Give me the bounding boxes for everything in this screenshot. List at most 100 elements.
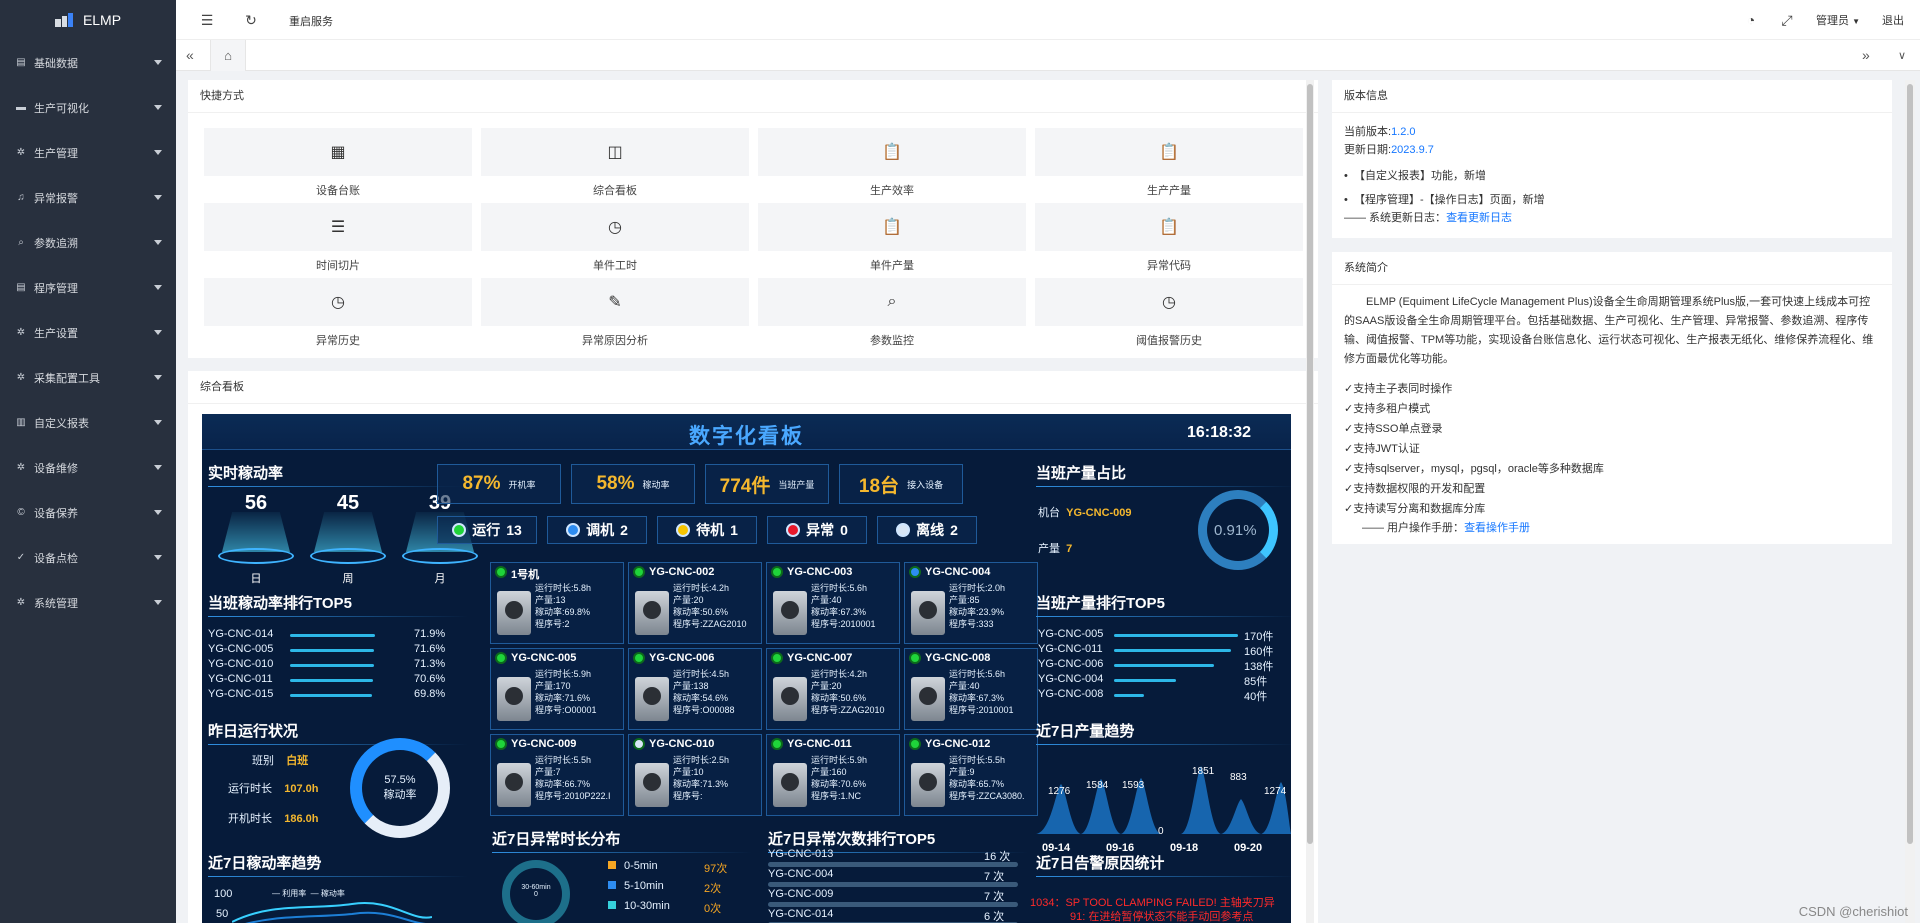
- sec-yesterday: 昨日运行状况: [208, 720, 468, 745]
- fullscreen-icon[interactable]: ⤢: [1780, 13, 1794, 27]
- quick-item[interactable]: ☰ 时间切片: [204, 203, 472, 278]
- version-log-link[interactable]: 查看更新日志: [1446, 212, 1512, 224]
- machine-image: [773, 591, 807, 635]
- abnormal-top5-track: [768, 902, 1018, 907]
- machine-image: [773, 677, 807, 721]
- tabs-scroll-left-icon[interactable]: «: [186, 47, 194, 63]
- sidebar-item[interactable]: ♫ 异常报警: [0, 175, 176, 220]
- machine-card[interactable]: YG-CNC-012 运行时长:5.5h 产量:9 稼动率:65.7% 程序号:ZZCA…: [904, 734, 1038, 816]
- machine-card[interactable]: YG-CNC-008 运行时长:5.6h 产量:40 稼动率:67.3% 程序号:201…: [904, 648, 1038, 730]
- quick-item-tile[interactable]: 📋: [1035, 203, 1303, 251]
- machine-card[interactable]: YG-CNC-006 运行时长:4.5h 产量:138 稼动率:54.6% 程序号:O0…: [628, 648, 762, 730]
- quick-item[interactable]: 📋 生产产量: [1035, 128, 1303, 203]
- quick-item-tile[interactable]: 📋: [758, 203, 1026, 251]
- machine-info-line: 稼动率:70.6%: [811, 779, 867, 789]
- machine-card[interactable]: YG-CNC-003 运行时长:5.6h 产量:40 稼动率:67.3% 程序号:201…: [766, 562, 900, 644]
- status-card: 调机 2: [547, 516, 647, 544]
- bar-row-name: YG-CNC-014: [208, 628, 274, 640]
- tab-home[interactable]: ⌂: [210, 40, 246, 71]
- sidebar-item[interactable]: ✲ 生产管理: [0, 130, 176, 175]
- share-output-row: 产量 7: [1038, 540, 1072, 556]
- sidebar-item-label: 设备维修: [34, 462, 78, 475]
- sidebar-item[interactable]: ✲ 系统管理: [0, 580, 176, 625]
- sidebar-item[interactable]: © 设备保养: [0, 490, 176, 535]
- logout-button[interactable]: 退出: [1882, 12, 1904, 28]
- app-logo[interactable]: ELMP: [0, 0, 176, 40]
- sidebar-item[interactable]: ▬ 生产可视化: [0, 85, 176, 130]
- quick-item-tile[interactable]: 📋: [1035, 128, 1303, 176]
- quick-item-tile[interactable]: ▦: [204, 128, 472, 176]
- quick-item-tile[interactable]: ⌕: [758, 278, 1026, 326]
- quick-item-tile[interactable]: ✎: [481, 278, 749, 326]
- quick-item[interactable]: ◷ 异常历史: [204, 278, 472, 353]
- gear-icon: ✲: [16, 372, 26, 383]
- chevron-down-icon: [154, 555, 162, 560]
- machine-card[interactable]: YG-CNC-005 运行时长:5.9h 产量:170 稼动率:71.6% 程序号:O0…: [490, 648, 624, 730]
- machine-card[interactable]: YG-CNC-010 运行时长:2.5h 产量:10 稼动率:71.3% 程序号:: [628, 734, 762, 816]
- share-percent: 0.91%: [1214, 522, 1257, 539]
- sidebar-item[interactable]: ⌕ 参数追溯: [0, 220, 176, 265]
- quick-item-tile[interactable]: ◷: [481, 203, 749, 251]
- machine-info-line: 程序号:O00001: [535, 705, 597, 715]
- quick-item[interactable]: ⌕ 参数监控: [758, 278, 1026, 353]
- sidebar-item[interactable]: ▤ 基础数据: [0, 40, 176, 85]
- quick-item[interactable]: ✎ 异常原因分析: [481, 278, 749, 353]
- left-scrollbar-thumb[interactable]: [1307, 84, 1313, 844]
- quick-item-tile[interactable]: 📋: [758, 128, 1026, 176]
- share-machine: YG-CNC-009: [1066, 507, 1132, 519]
- machine-card[interactable]: YG-CNC-004 运行时长:2.0h 产量:85 稼动率:23.9% 程序号:333: [904, 562, 1038, 644]
- sidebar-item[interactable]: ✲ 生产设置: [0, 310, 176, 355]
- tabs-dropdown-icon[interactable]: ∨: [1898, 49, 1906, 62]
- quick-item[interactable]: 📋 单件产量: [758, 203, 1026, 278]
- abnormal-top5-row: YG-CNC-013 16 次: [768, 848, 1018, 867]
- bar-row-track: [1114, 679, 1176, 682]
- share-output: 7: [1066, 543, 1073, 555]
- status-value: 2: [950, 522, 958, 538]
- sidebar-item[interactable]: ✓ 设备点检: [0, 535, 176, 580]
- quick-item-tile[interactable]: ◷: [204, 278, 472, 326]
- chevron-down-icon: [154, 420, 162, 425]
- bar-row-name: YG-CNC-006: [1038, 658, 1104, 670]
- feature-text: 支持sqlserver，mysql，pgsql，oracle等多种数据库: [1353, 463, 1604, 475]
- machine-card[interactable]: YG-CNC-007 运行时长:4.2h 产量:20 稼动率:50.6% 程序号:ZZA…: [766, 648, 900, 730]
- machine-info-line: 稼动率:71.3%: [673, 779, 729, 789]
- sidebar-item[interactable]: ▤ 程序管理: [0, 265, 176, 310]
- quick-item-icon: ✎: [608, 294, 622, 311]
- folder-icon: ▤: [16, 282, 26, 293]
- intro-manual-link[interactable]: 查看操作手册: [1464, 522, 1530, 534]
- machine-name: YG-CNC-011: [787, 738, 852, 750]
- check-icon: ✓: [1344, 403, 1354, 415]
- quick-item[interactable]: 📋 异常代码: [1035, 203, 1303, 278]
- tabs-scroll-right-icon[interactable]: »: [1862, 47, 1870, 63]
- machine-card[interactable]: 1号机 运行时长:5.8h 产量:13 稼动率:69.8% 程序号:2: [490, 562, 624, 644]
- page-scrollbar[interactable]: [1905, 80, 1915, 923]
- restart-service-button[interactable]: 重启服务: [289, 13, 333, 29]
- quick-item[interactable]: 📋 生产效率: [758, 128, 1026, 203]
- machine-info-line: 产量:85: [949, 595, 980, 605]
- quick-item[interactable]: ▦ 设备台账: [204, 128, 472, 203]
- machine-card[interactable]: YG-CNC-009 运行时长:5.5h 产量:7 稼动率:66.7% 程序号:2010…: [490, 734, 624, 816]
- quick-item[interactable]: ◷ 单件工时: [481, 203, 749, 278]
- sidebar-item[interactable]: ✲ 设备维修: [0, 445, 176, 490]
- quick-item[interactable]: ◫ 综合看板: [481, 128, 749, 203]
- machine-card[interactable]: YG-CNC-011 运行时长:5.9h 产量:160 稼动率:70.6% 程序号:1.…: [766, 734, 900, 816]
- quick-item-tile[interactable]: ◫: [481, 128, 749, 176]
- user-menu[interactable]: 管理员 ▼: [1816, 12, 1860, 28]
- menu-fold-icon[interactable]: ☰: [200, 13, 214, 27]
- shift-value: 白班: [286, 755, 309, 767]
- machine-card[interactable]: YG-CNC-002 运行时长:4.2h 产量:20 稼动率:50.6% 程序号:ZZA…: [628, 562, 762, 644]
- left-scrollbar[interactable]: [1306, 80, 1314, 923]
- quick-item[interactable]: ◷ 阈值报警历史: [1035, 278, 1303, 353]
- page-scrollbar-thumb[interactable]: [1907, 84, 1913, 844]
- feature-item: ✓支持sqlserver，mysql，pgsql，oracle等多种数据库: [1344, 459, 1880, 479]
- machine-info-line: 产量:138: [673, 681, 709, 691]
- sidebar-item[interactable]: ✲ 采集配置工具: [0, 355, 176, 400]
- quick-item-label: 异常代码: [1147, 260, 1191, 272]
- quick-item-label: 综合看板: [593, 185, 637, 197]
- dashboard-icon[interactable]: ◔: [1744, 13, 1758, 27]
- quick-item-tile[interactable]: ☰: [204, 203, 472, 251]
- sidebar-item[interactable]: ▥ 自定义报表: [0, 400, 176, 445]
- quick-item-tile[interactable]: ◷: [1035, 278, 1303, 326]
- refresh-icon[interactable]: ↻: [244, 13, 258, 27]
- version-change-item: • 【程序管理】-【操作日志】页面，新增: [1344, 194, 1545, 206]
